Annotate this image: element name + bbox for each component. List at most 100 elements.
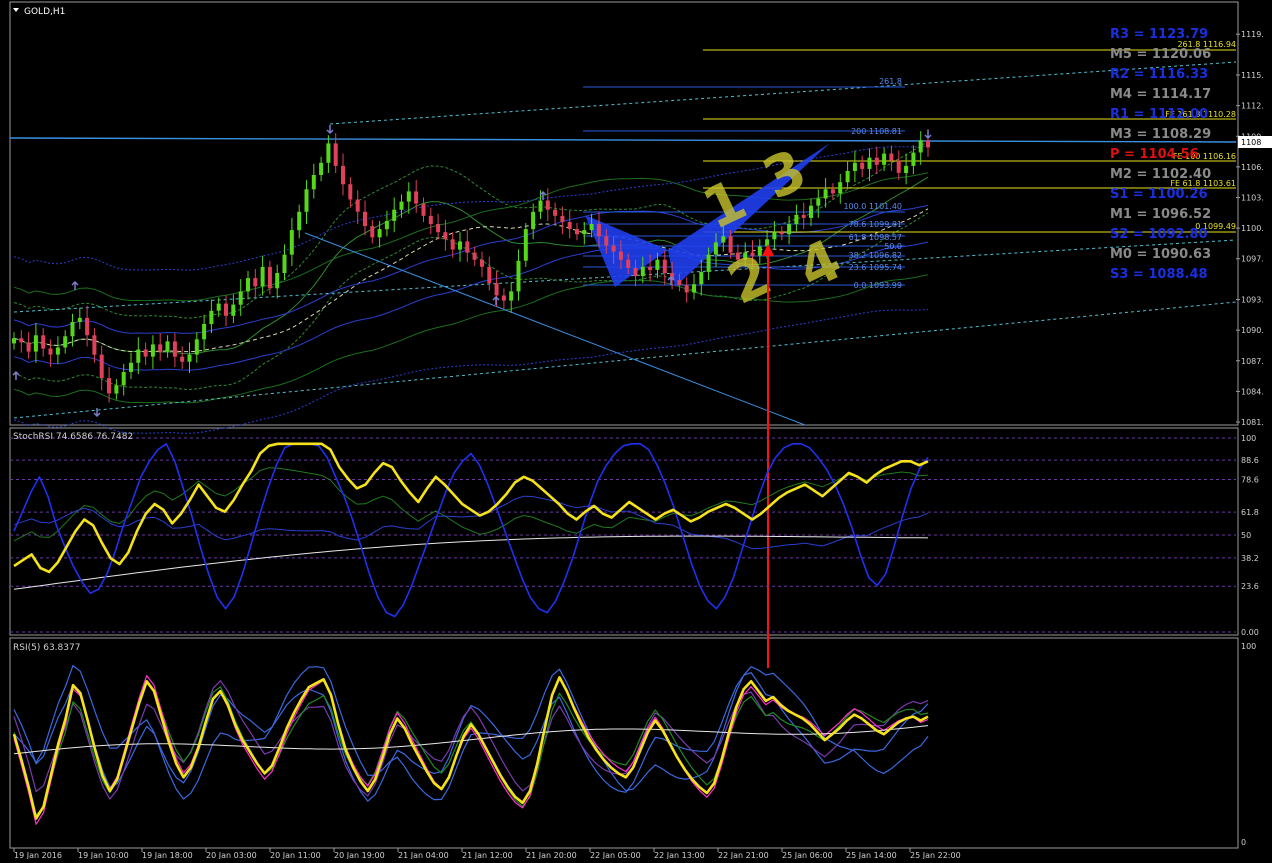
- candle-body: [838, 182, 843, 194]
- candle-body: [458, 241, 462, 250]
- candle-body: [246, 278, 250, 292]
- candle-body: [867, 157, 872, 169]
- candle-body: [194, 339, 199, 355]
- candle-body: [882, 153, 887, 165]
- time-axis-label: 20 Jan 19:00: [334, 851, 385, 859]
- candle-body: [713, 242, 718, 255]
- pivot-level-label: M3 = 1108.29: [1110, 127, 1211, 142]
- candle-body: [180, 356, 185, 362]
- candle-body: [794, 214, 799, 224]
- candle-body: [596, 224, 601, 237]
- candle-body: [333, 143, 338, 166]
- candle-body: [874, 157, 879, 165]
- candle-body: [801, 214, 806, 218]
- candle-body: [436, 224, 441, 233]
- candle-body: [640, 266, 645, 277]
- candle-body: [121, 372, 126, 386]
- time-axis-label: 25 Jan 06:00: [782, 851, 833, 859]
- stochrsi-axis-label: 38.2: [1241, 554, 1259, 563]
- time-axis-label: 22 Jan 13:00: [654, 851, 705, 859]
- fib-retracement-label: 200 1108.81: [851, 127, 902, 136]
- candle-body: [363, 211, 367, 227]
- candle-body: [779, 232, 784, 235]
- pivot-level-label: P = 1104.56: [1110, 147, 1199, 162]
- time-axis-label: 19 Jan 10:00: [78, 851, 129, 859]
- candle-body: [567, 222, 572, 230]
- candle-body: [414, 191, 419, 204]
- candle-body: [560, 215, 565, 222]
- pivot-level-label: S3 = 1088.48: [1110, 267, 1208, 282]
- price-axis-label: 1087.: [1241, 357, 1264, 366]
- candle-body: [582, 230, 587, 235]
- price-axis-label: 1115.: [1241, 71, 1264, 80]
- candle-body: [202, 324, 207, 340]
- candle-body: [889, 153, 894, 161]
- stochrsi-axis-label: 61.8: [1241, 508, 1259, 517]
- pivot-level-label: R3 = 1123.79: [1110, 27, 1208, 42]
- candle-body: [472, 252, 477, 260]
- candle-body: [443, 232, 448, 240]
- candle-body: [63, 336, 68, 348]
- time-axis-label: 21 Jan 12:00: [462, 851, 513, 859]
- chart-svg[interactable]: 1234261.8 1116.94FE 161.8 1110.28FE 100 …: [0, 0, 1272, 860]
- stochrsi-label: StochRSI 74.6586 76.7482: [13, 432, 133, 442]
- candle-body: [706, 254, 711, 272]
- candle-body: [209, 310, 214, 325]
- candle-body: [77, 317, 82, 322]
- chart-title: GOLD,H1: [24, 7, 65, 17]
- candle-body: [289, 230, 294, 255]
- rsi-axis-label: 0: [1241, 838, 1246, 847]
- candle-body: [816, 198, 821, 206]
- pivot-level-label: S2 = 1092.80: [1110, 227, 1208, 242]
- candle-body: [480, 259, 484, 267]
- candle-body: [692, 284, 696, 293]
- candle-body: [509, 291, 514, 301]
- candle-body: [618, 251, 623, 260]
- candle-body: [852, 162, 857, 171]
- candle-body: [377, 229, 382, 238]
- candle-body: [187, 354, 192, 362]
- stochrsi-axis-label: 100: [1241, 434, 1256, 443]
- candle-body: [531, 211, 536, 230]
- candle-body: [633, 267, 638, 277]
- candle-body: [465, 241, 470, 253]
- candle-body: [48, 348, 53, 355]
- candle-body: [501, 295, 506, 301]
- candle-body: [12, 338, 16, 344]
- candle-body: [406, 191, 411, 202]
- price-axis-label: 1081.: [1241, 418, 1264, 427]
- candle-body: [55, 347, 60, 355]
- candle-body: [311, 175, 316, 190]
- candle-body: [421, 203, 426, 216]
- candle-body: [611, 245, 616, 252]
- candle-body: [684, 285, 689, 293]
- candle-body: [384, 221, 389, 230]
- candle-body: [516, 260, 521, 292]
- candle-body: [677, 280, 682, 286]
- candle-body: [450, 239, 455, 250]
- candle-body: [787, 224, 792, 235]
- candle-body: [341, 165, 345, 185]
- rsi-label: RSI(5) 63.8377: [13, 643, 80, 653]
- candle-body: [224, 303, 228, 316]
- candle-body: [648, 266, 653, 270]
- candle-body: [158, 344, 163, 352]
- candle-body: [494, 283, 499, 296]
- candle-body: [107, 378, 111, 394]
- time-axis-label: 21 Jan 20:00: [526, 851, 577, 859]
- fib-retracement-label: 61.8 1098.57: [849, 233, 902, 242]
- price-axis-label: 1112.: [1241, 102, 1264, 111]
- candle-body: [216, 303, 221, 311]
- stochrsi-axis-label: 88.6: [1241, 456, 1259, 465]
- stochrsi-axis-label: 78.6: [1241, 476, 1259, 485]
- candle-body: [172, 341, 177, 357]
- candle-body: [428, 215, 433, 225]
- candle-body: [904, 165, 909, 173]
- stochrsi-axis-label: 50: [1241, 531, 1251, 540]
- pivot-level-label: R2 = 1116.33: [1110, 67, 1208, 82]
- candle-body: [85, 317, 90, 336]
- pivot-level-label: M2 = 1102.40: [1110, 167, 1211, 182]
- candle-body: [545, 200, 550, 210]
- chart-window[interactable]: 1 2 3 4 261.8 1116.94 FE 161.8 1110.28 FE 100 …: [0, 0, 1272, 860]
- fib-retracement-label: 0.0 1093.99: [854, 281, 902, 290]
